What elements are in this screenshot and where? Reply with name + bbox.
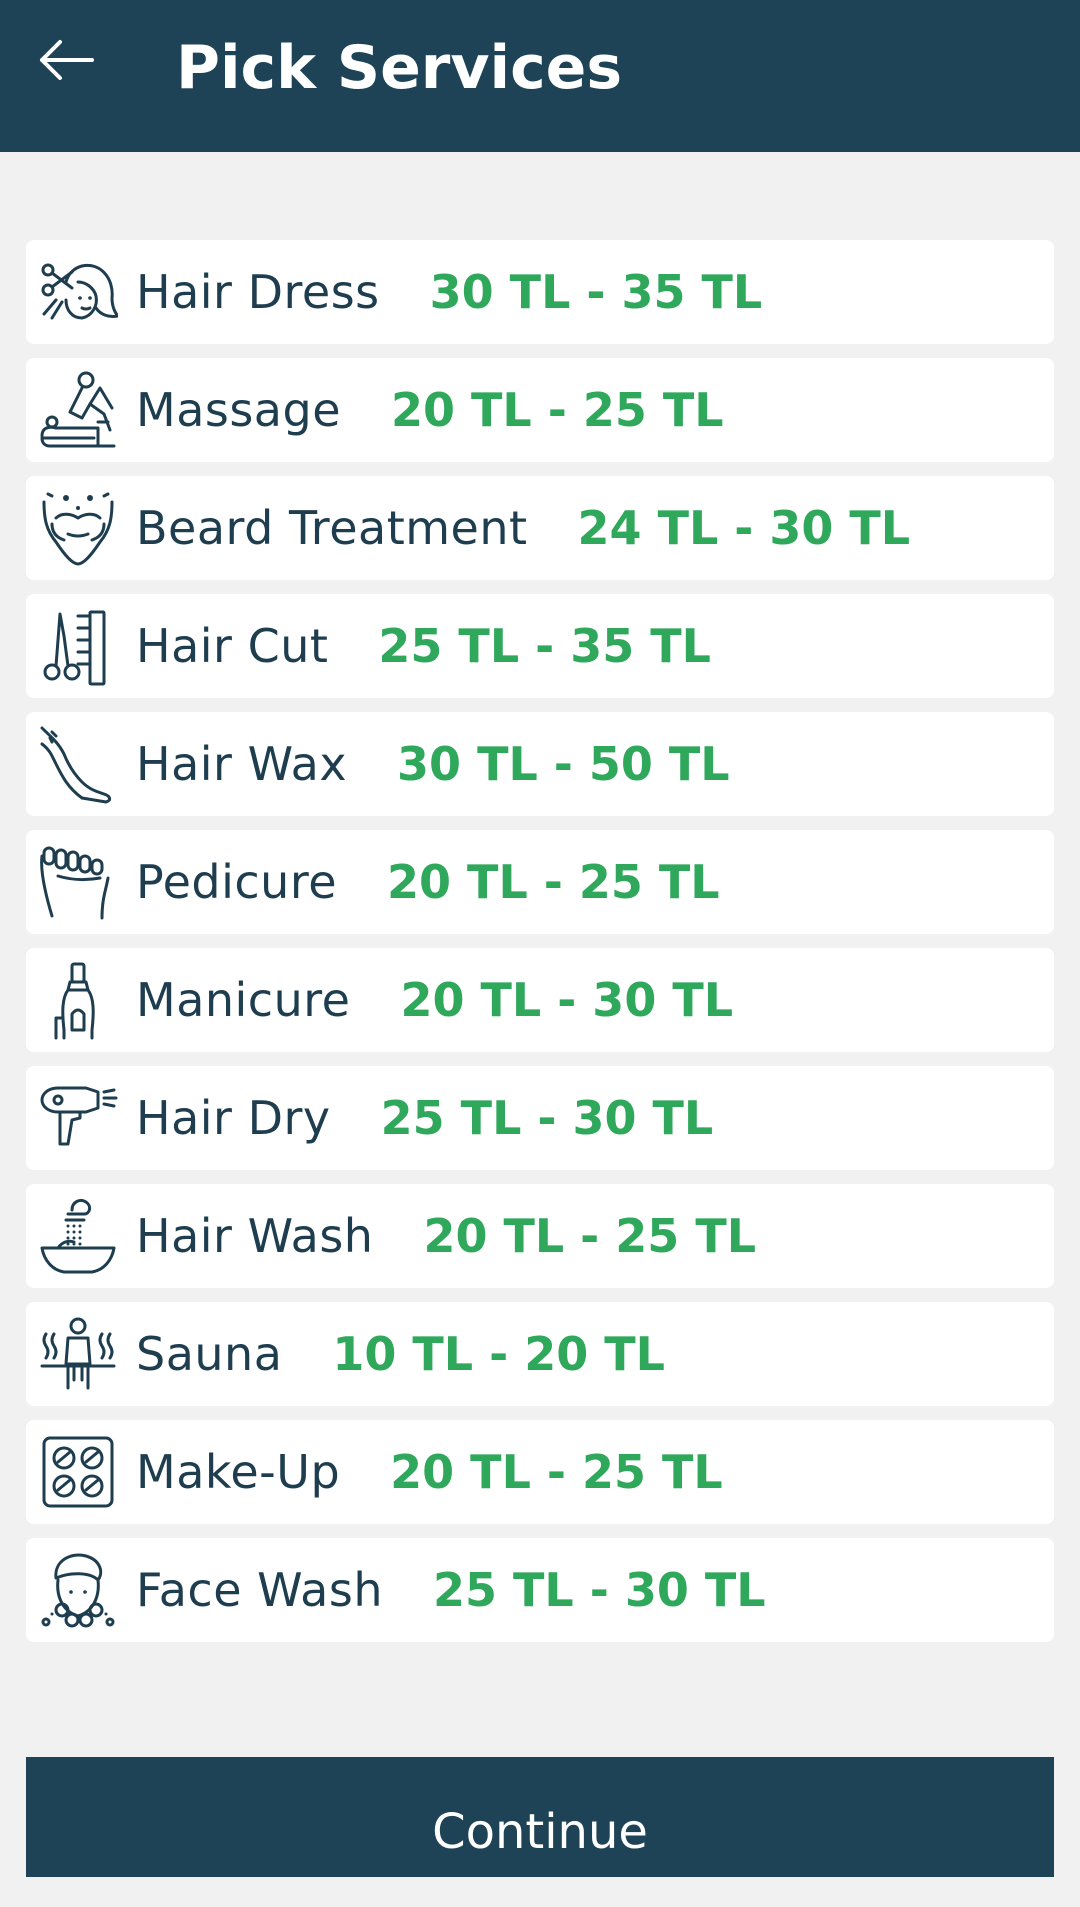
back-button[interactable] <box>30 28 102 92</box>
service-price: 30 TL - 50 TL <box>397 737 730 791</box>
service-price: 20 TL - 25 TL <box>390 1445 723 1499</box>
service-price: 20 TL - 25 TL <box>387 855 720 909</box>
service-name: Hair Dry <box>136 1091 331 1145</box>
service-price: 30 TL - 35 TL <box>429 265 763 319</box>
service-row-sauna[interactable]: Sauna 10 TL - 20 TL <box>26 1302 1054 1406</box>
arrow-left-icon <box>40 40 94 80</box>
service-row-hair-cut[interactable]: Hair Cut 25 TL - 35 TL <box>26 594 1054 698</box>
hair-dryer-icon <box>34 1074 122 1162</box>
service-row-make-up[interactable]: Make-Up 20 TL - 25 TL <box>26 1420 1054 1524</box>
beard-icon <box>34 484 122 572</box>
service-price: 25 TL - 30 TL <box>380 1091 714 1145</box>
service-row-pedicure[interactable]: Pedicure 20 TL - 25 TL <box>26 830 1054 934</box>
nail-polish-icon <box>34 956 122 1044</box>
service-row-hair-wash[interactable]: Hair Wash 20 TL - 25 TL <box>26 1184 1054 1288</box>
service-price: 20 TL - 25 TL <box>391 383 724 437</box>
service-name: Pedicure <box>136 855 338 909</box>
sauna-icon <box>34 1310 122 1398</box>
face-wash-icon <box>34 1546 122 1634</box>
service-name: Sauna <box>136 1327 283 1381</box>
service-price: 25 TL - 30 TL <box>433 1563 766 1617</box>
service-name: Hair Cut <box>136 619 329 673</box>
service-row-hair-dress[interactable]: Hair Dress 30 TL - 35 TL <box>26 240 1054 344</box>
makeup-palette-icon <box>34 1428 122 1516</box>
page-title: Pick Services <box>176 33 623 103</box>
service-row-manicure[interactable]: Manicure 20 TL - 30 TL <box>26 948 1054 1052</box>
massage-icon <box>34 366 122 454</box>
service-row-hair-dry[interactable]: Hair Dry 25 TL - 30 TL <box>26 1066 1054 1170</box>
continue-button[interactable]: Continue <box>26 1757 1054 1877</box>
service-row-beard-treatment[interactable]: Beard Treatment 24 TL - 30 TL <box>26 476 1054 580</box>
service-name: Hair Wash <box>136 1209 374 1263</box>
service-name: Hair Dress <box>136 265 380 319</box>
leg-wax-icon <box>34 720 122 808</box>
service-price: 24 TL - 30 TL <box>577 501 911 555</box>
service-price: 25 TL - 35 TL <box>378 619 711 673</box>
hair-wash-icon <box>34 1192 122 1280</box>
service-price: 10 TL - 20 TL <box>332 1327 665 1381</box>
service-list: Hair Dress 30 TL - 35 TL Massage 20 TL -… <box>26 240 1054 1656</box>
service-name: Hair Wax <box>136 737 348 791</box>
foot-icon <box>34 838 122 926</box>
service-row-face-wash[interactable]: Face Wash 25 TL - 30 TL <box>26 1538 1054 1642</box>
service-name: Make-Up <box>136 1445 341 1499</box>
service-row-massage[interactable]: Massage 20 TL - 25 TL <box>26 358 1054 462</box>
app-bar: Pick Services <box>0 0 1080 152</box>
service-row-hair-wax[interactable]: Hair Wax 30 TL - 50 TL <box>26 712 1054 816</box>
service-price: 20 TL - 25 TL <box>423 1209 757 1263</box>
service-name: Manicure <box>136 973 351 1027</box>
service-name: Massage <box>136 383 341 437</box>
service-name: Face Wash <box>136 1563 383 1617</box>
service-name: Beard Treatment <box>136 501 528 555</box>
service-price: 20 TL - 30 TL <box>400 973 734 1027</box>
hair-dress-icon <box>34 248 122 336</box>
scissors-comb-icon <box>34 602 122 690</box>
